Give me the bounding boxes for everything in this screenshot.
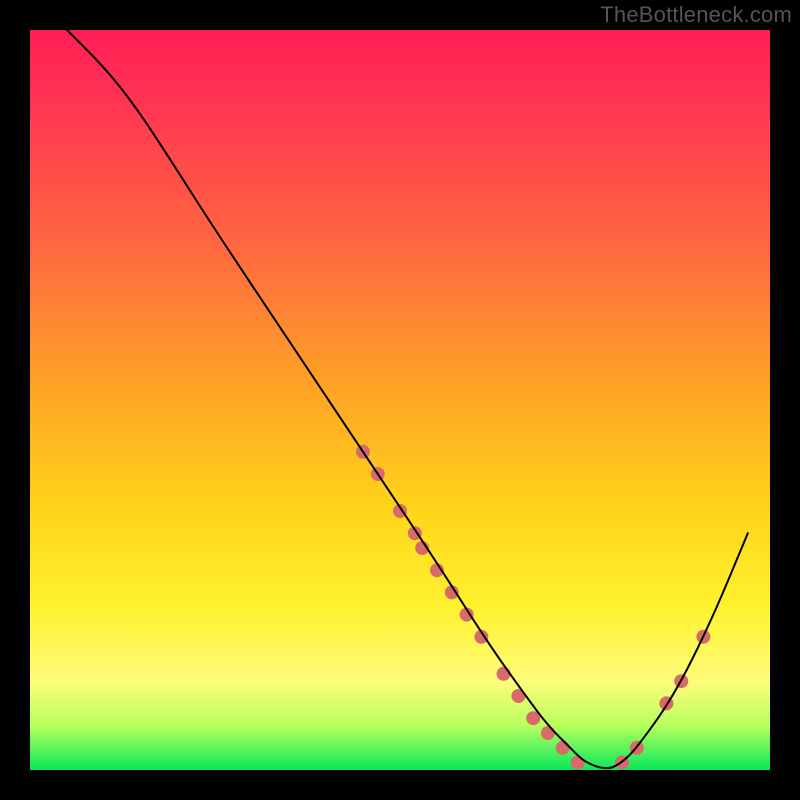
plot-area: [30, 30, 770, 770]
chart-svg: [30, 30, 770, 770]
highlight-dot: [556, 741, 570, 755]
watermark-text: TheBottleneck.com: [600, 2, 792, 28]
highlight-dot: [541, 726, 555, 740]
chart-stage: TheBottleneck.com: [0, 0, 800, 800]
highlight-dot: [497, 667, 511, 681]
bottleneck-curve: [67, 30, 748, 768]
highlight-dot: [571, 756, 585, 770]
highlight-group: [356, 445, 710, 770]
